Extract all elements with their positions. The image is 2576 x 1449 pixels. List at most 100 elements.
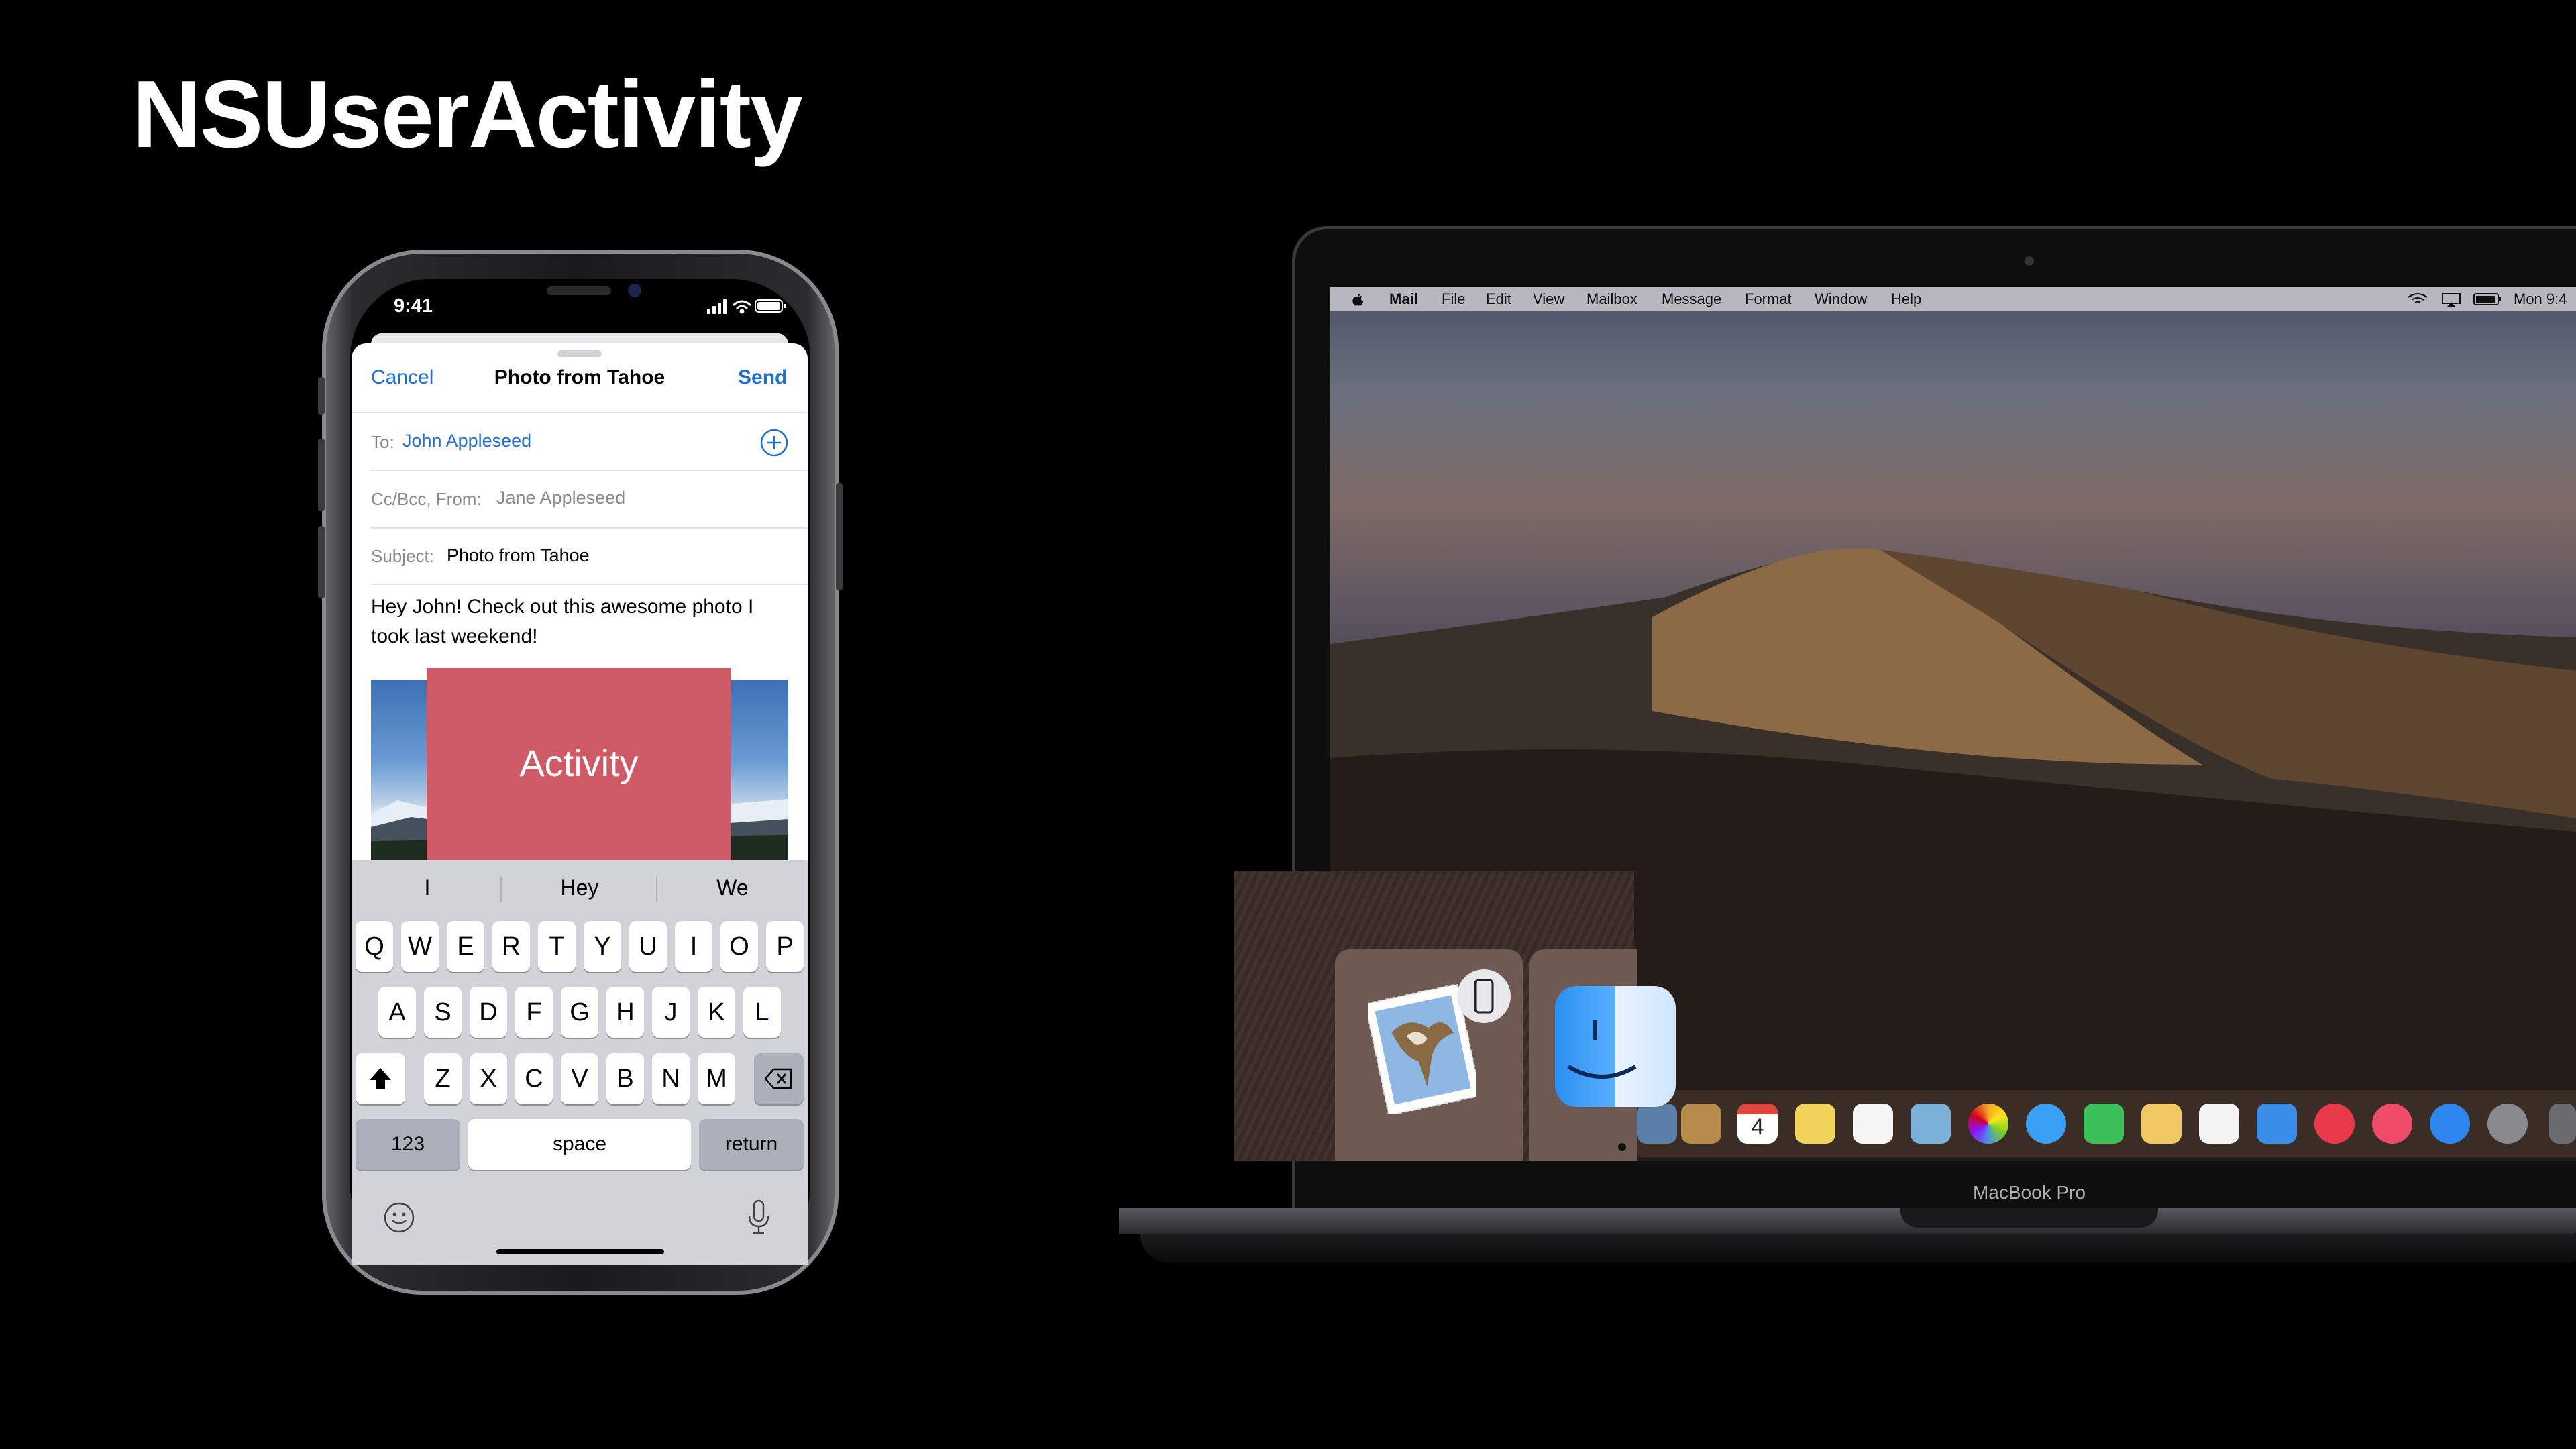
key-h[interactable]: H bbox=[606, 987, 644, 1038]
status-icons bbox=[707, 299, 786, 314]
wifi-menu-icon[interactable] bbox=[2406, 292, 2429, 306]
key-o[interactable]: O bbox=[720, 921, 758, 972]
dock-keynote-icon[interactable] bbox=[2257, 1104, 2297, 1144]
cancel-button[interactable]: Cancel bbox=[371, 366, 433, 389]
dock-music-icon[interactable] bbox=[2372, 1104, 2412, 1144]
calendar-header bbox=[1737, 1104, 1778, 1114]
numbers-key[interactable]: 123 bbox=[356, 1119, 460, 1170]
suggestion-2[interactable]: Hey bbox=[513, 875, 647, 900]
suggestion-3[interactable]: We bbox=[665, 875, 800, 900]
menubar-clock[interactable]: Mon 9:4 bbox=[2514, 287, 2567, 311]
key-p[interactable]: P bbox=[766, 921, 804, 972]
body-line-1[interactable]: Hey John! Check out this awesome photo I bbox=[371, 596, 753, 619]
mac-menubar: Mail File Edit View Mailbox Message Form… bbox=[1330, 287, 2576, 311]
finder-icon[interactable] bbox=[1555, 986, 1676, 1107]
sheet-grabber[interactable] bbox=[557, 350, 602, 357]
menu-edit[interactable]: Edit bbox=[1486, 287, 1511, 311]
iphone-icon bbox=[1474, 979, 1494, 1014]
key-t[interactable]: T bbox=[538, 921, 576, 972]
finder-face-icon bbox=[1567, 1020, 1637, 1079]
key-j[interactable]: J bbox=[652, 987, 690, 1038]
volume-down-button bbox=[318, 526, 325, 598]
key-w[interactable]: W bbox=[401, 921, 439, 972]
macbook-base-bottom bbox=[1140, 1234, 2576, 1263]
dock-numbers-icon[interactable] bbox=[2199, 1104, 2239, 1144]
menu-file[interactable]: File bbox=[1442, 287, 1465, 311]
from-field[interactable]: Jane Appleseed bbox=[496, 488, 625, 508]
apple-menu-icon[interactable] bbox=[1352, 292, 1364, 306]
key-c[interactable]: C bbox=[515, 1053, 553, 1104]
key-i[interactable]: I bbox=[675, 921, 712, 972]
key-f[interactable]: F bbox=[515, 987, 553, 1038]
side-button bbox=[836, 483, 843, 590]
key-s[interactable]: S bbox=[424, 987, 462, 1038]
menu-message[interactable]: Message bbox=[1662, 287, 1721, 311]
dock-pages-icon[interactable] bbox=[2141, 1104, 2182, 1144]
key-z[interactable]: Z bbox=[424, 1053, 462, 1104]
key-u[interactable]: U bbox=[629, 921, 667, 972]
delete-key[interactable] bbox=[754, 1053, 804, 1104]
dock-contacts-icon[interactable] bbox=[1681, 1104, 1721, 1144]
add-contact-icon[interactable] bbox=[759, 428, 789, 458]
handoff-iphone-badge bbox=[1457, 969, 1511, 1023]
menu-window[interactable]: Window bbox=[1815, 287, 1867, 311]
key-y[interactable]: Y bbox=[584, 921, 621, 972]
dock-reminders-icon[interactable] bbox=[1853, 1104, 1893, 1144]
speaker-grille bbox=[547, 286, 611, 295]
suggestion-divider bbox=[500, 877, 502, 902]
divider bbox=[371, 470, 808, 471]
home-indicator[interactable] bbox=[496, 1249, 664, 1254]
key-l[interactable]: L bbox=[743, 987, 781, 1038]
shift-icon bbox=[370, 1068, 391, 1089]
wifi-icon bbox=[733, 300, 751, 314]
shift-key[interactable] bbox=[356, 1053, 405, 1104]
dock-facetime-icon[interactable] bbox=[2084, 1104, 2124, 1144]
mute-switch bbox=[318, 377, 325, 415]
key-n[interactable]: N bbox=[652, 1053, 690, 1104]
to-recipient[interactable]: John Appleseed bbox=[402, 431, 531, 451]
dock-calendar-icon[interactable]: 4 bbox=[1737, 1104, 1778, 1144]
macbook-base bbox=[1119, 1208, 2576, 1234]
dock-app-store-icon[interactable] bbox=[2430, 1104, 2470, 1144]
key-q[interactable]: Q bbox=[356, 921, 393, 972]
subject-field[interactable]: Photo from Tahoe bbox=[447, 545, 590, 566]
emoji-icon[interactable] bbox=[382, 1201, 416, 1234]
key-a[interactable]: A bbox=[378, 987, 416, 1038]
key-x[interactable]: X bbox=[470, 1053, 507, 1104]
dock-notes-icon[interactable] bbox=[1795, 1104, 1835, 1144]
return-key[interactable]: return bbox=[699, 1119, 804, 1170]
front-camera bbox=[628, 284, 641, 297]
delete-icon bbox=[764, 1068, 792, 1089]
menu-app-mail[interactable]: Mail bbox=[1389, 287, 1418, 311]
dictation-mic-icon[interactable] bbox=[747, 1199, 771, 1236]
airplay-icon[interactable] bbox=[2441, 292, 2461, 307]
running-indicator bbox=[1618, 1143, 1626, 1151]
key-d[interactable]: D bbox=[470, 987, 507, 1038]
dock-maps-icon[interactable] bbox=[1911, 1104, 1951, 1144]
key-g[interactable]: G bbox=[561, 987, 598, 1038]
key-r[interactable]: R bbox=[492, 921, 530, 972]
suggestion-divider bbox=[656, 877, 657, 902]
key-m[interactable]: M bbox=[698, 1053, 735, 1104]
key-v[interactable]: V bbox=[561, 1053, 598, 1104]
menu-help[interactable]: Help bbox=[1891, 287, 1921, 311]
key-b[interactable]: B bbox=[606, 1053, 644, 1104]
menu-format[interactable]: Format bbox=[1745, 287, 1792, 311]
suggestion-1[interactable]: I bbox=[360, 875, 494, 900]
body-line-2[interactable]: took last weekend! bbox=[371, 625, 537, 648]
dock-folder-icon[interactable] bbox=[2549, 1104, 2576, 1144]
divider bbox=[352, 412, 808, 413]
battery-menu-icon[interactable] bbox=[2473, 293, 2502, 305]
volume-up-button bbox=[318, 439, 325, 511]
menu-mailbox[interactable]: Mailbox bbox=[1587, 287, 1638, 311]
dock-preview-icon[interactable] bbox=[1637, 1104, 1677, 1144]
dock-photos-icon[interactable] bbox=[1968, 1104, 2008, 1144]
key-k[interactable]: K bbox=[698, 987, 735, 1038]
dock-messages-icon[interactable] bbox=[2026, 1104, 2066, 1144]
dock-system-preferences-icon[interactable] bbox=[2487, 1104, 2528, 1144]
menu-view[interactable]: View bbox=[1533, 287, 1564, 311]
key-e[interactable]: E bbox=[447, 921, 484, 972]
dock-news-icon[interactable] bbox=[2314, 1104, 2355, 1144]
space-key[interactable]: space bbox=[468, 1119, 691, 1170]
send-button[interactable]: Send bbox=[738, 366, 787, 389]
